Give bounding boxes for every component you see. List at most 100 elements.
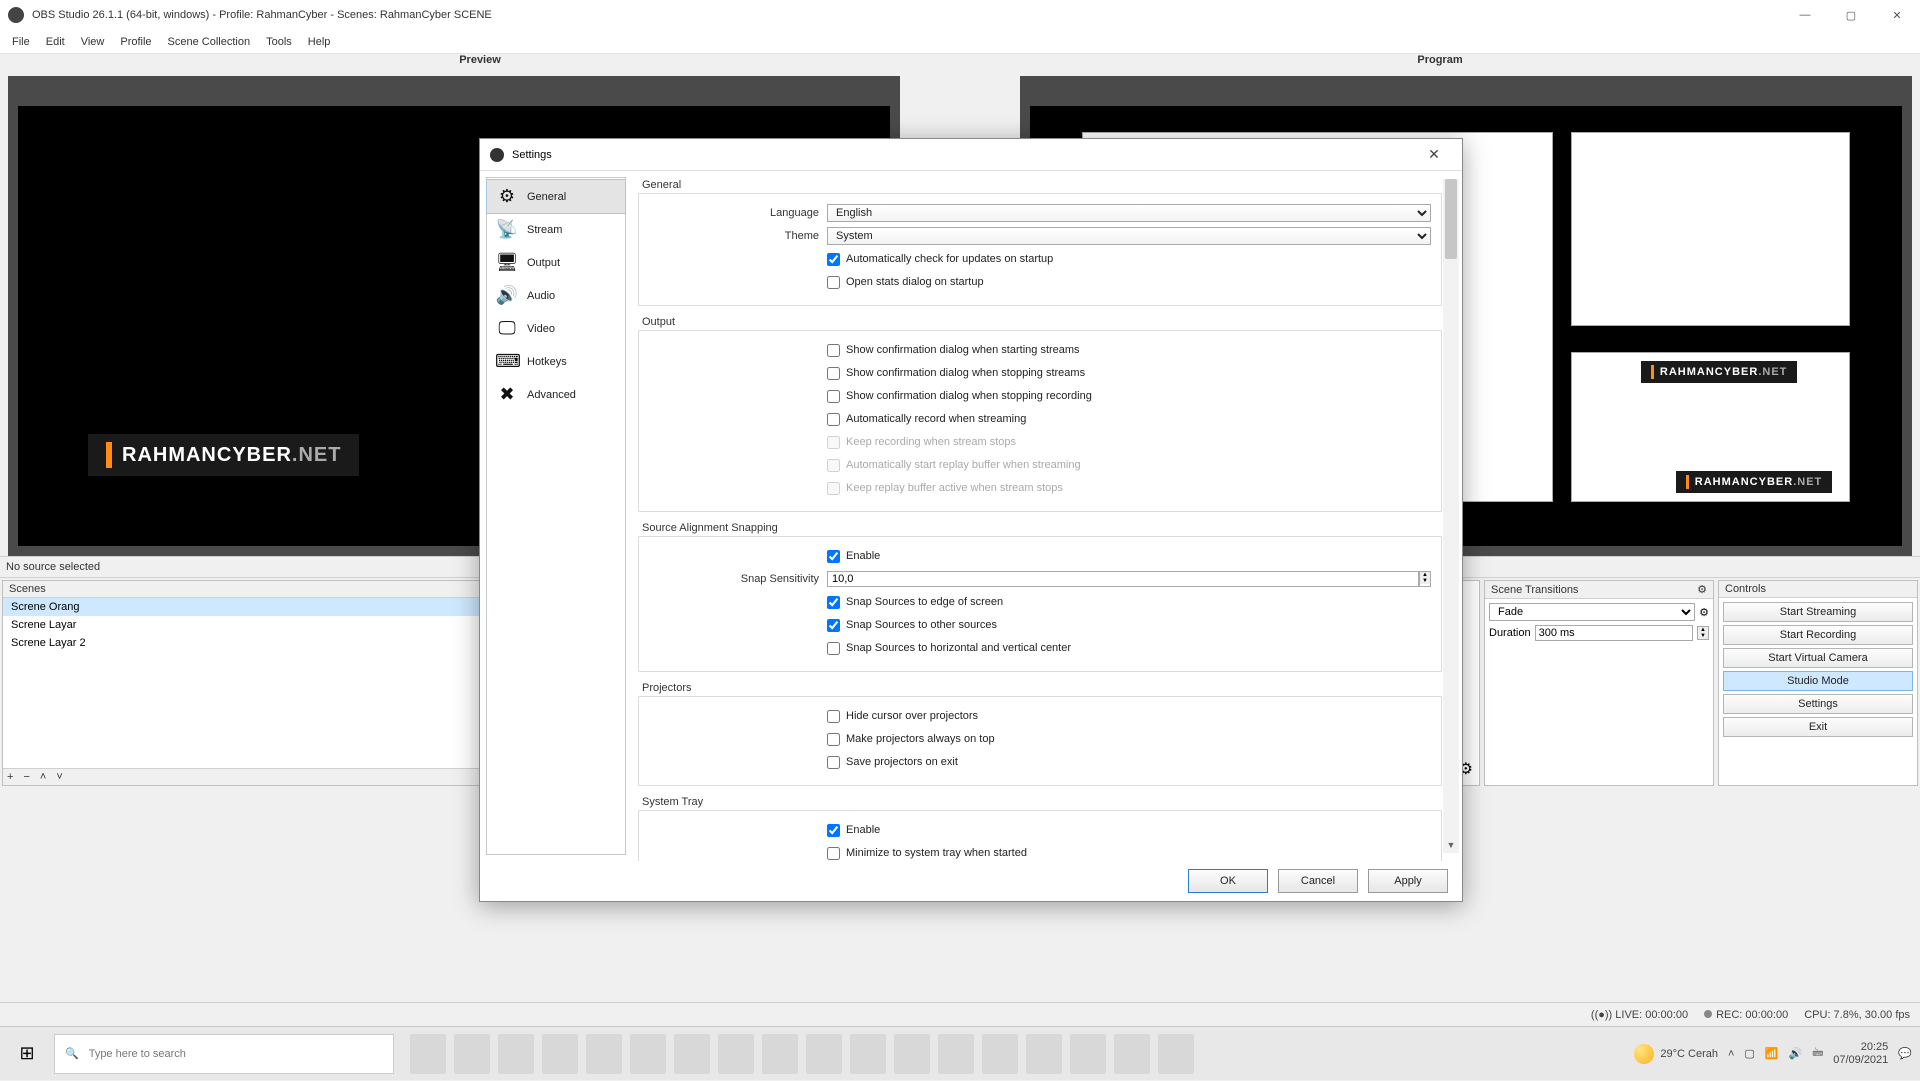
settings-content: ▲ ▼ General Language English Theme Syste… bbox=[632, 171, 1462, 861]
sidebar-item-stream[interactable]: 📡Stream bbox=[487, 213, 625, 246]
scene-item[interactable]: Screne Orang bbox=[3, 598, 491, 616]
menu-scene-collection[interactable]: Scene Collection bbox=[160, 36, 259, 48]
open-stats-checkbox[interactable]: Open stats dialog on startup bbox=[827, 276, 984, 289]
sidebar-item-video[interactable]: 🖵Video bbox=[487, 312, 625, 345]
scene-item[interactable]: Screne Layar bbox=[3, 616, 491, 634]
keep-recording-checkbox: Keep recording when stream stops bbox=[827, 436, 1016, 449]
scroll-thumb[interactable] bbox=[1445, 179, 1457, 259]
taskbar-app[interactable] bbox=[806, 1034, 842, 1074]
close-button[interactable]: ✕ bbox=[1874, 0, 1920, 30]
taskbar-app[interactable] bbox=[586, 1034, 622, 1074]
minimize-button[interactable]: — bbox=[1782, 0, 1828, 30]
taskbar-app[interactable] bbox=[410, 1034, 446, 1074]
taskbar-clock[interactable]: 20:2507/09/2021 bbox=[1833, 1041, 1888, 1067]
menu-help[interactable]: Help bbox=[300, 36, 339, 48]
sidebar-item-audio[interactable]: 🔊Audio bbox=[487, 279, 625, 312]
antenna-icon: 📡 bbox=[495, 219, 519, 240]
snap-other-checkbox[interactable]: Snap Sources to other sources bbox=[827, 619, 997, 632]
projectors-top-checkbox[interactable]: Make projectors always on top bbox=[827, 733, 995, 746]
settings-dialog-title: Settings bbox=[512, 149, 552, 161]
app-icon bbox=[8, 7, 24, 23]
studio-mode-button[interactable]: Studio Mode bbox=[1723, 671, 1913, 691]
sidebar-item-general[interactable]: ⚙General bbox=[486, 179, 626, 214]
taskbar-app[interactable] bbox=[542, 1034, 578, 1074]
start-button[interactable]: ⊞ bbox=[0, 1027, 54, 1081]
exit-button[interactable]: Exit bbox=[1723, 717, 1913, 737]
settings-button[interactable]: Settings bbox=[1723, 694, 1913, 714]
sens-down[interactable]: ▼ bbox=[1420, 578, 1430, 584]
sidebar-item-output[interactable]: 🖥Output bbox=[487, 246, 625, 279]
auto-update-checkbox[interactable]: Automatically check for updates on start… bbox=[827, 253, 1053, 266]
taskbar-app[interactable] bbox=[1158, 1034, 1194, 1074]
tray-wifi-icon[interactable]: 📶 bbox=[1765, 1047, 1779, 1060]
confirm-stop-streams-checkbox[interactable]: Show confirmation dialog when stopping s… bbox=[827, 367, 1085, 380]
apply-button[interactable]: Apply bbox=[1368, 869, 1448, 893]
menu-view[interactable]: View bbox=[73, 36, 113, 48]
taskbar-app[interactable] bbox=[718, 1034, 754, 1074]
taskbar-app[interactable] bbox=[454, 1034, 490, 1074]
weather-widget[interactable]: 29°C Cerah bbox=[1634, 1044, 1718, 1064]
tray-chevron-icon[interactable]: ˄ bbox=[1728, 1048, 1734, 1060]
menu-profile[interactable]: Profile bbox=[112, 36, 159, 48]
sidebar-item-advanced[interactable]: ✖Advanced bbox=[487, 378, 625, 411]
cancel-button[interactable]: Cancel bbox=[1278, 869, 1358, 893]
taskbar-app[interactable] bbox=[630, 1034, 666, 1074]
remove-scene-button[interactable]: − bbox=[23, 771, 29, 783]
taskbar-search[interactable]: 🔍 Type here to search bbox=[54, 1034, 394, 1074]
menu-file[interactable]: File bbox=[4, 36, 38, 48]
scene-down-button[interactable]: ˅ bbox=[56, 771, 62, 783]
monitor-icon: 🖥 bbox=[495, 252, 519, 273]
settings-scrollbar[interactable]: ▲ ▼ bbox=[1443, 179, 1459, 853]
taskbar-app[interactable] bbox=[1070, 1034, 1106, 1074]
add-scene-button[interactable]: + bbox=[7, 771, 13, 783]
tray-lang-icon[interactable]: 🖮 bbox=[1812, 1044, 1823, 1063]
controls-panel: Controls Start Streaming Start Recording… bbox=[1718, 580, 1918, 786]
keep-replay-checkbox: Keep replay buffer active when stream st… bbox=[827, 482, 1063, 495]
taskbar-app[interactable] bbox=[894, 1034, 930, 1074]
snap-sensitivity-input[interactable] bbox=[827, 571, 1419, 587]
taskbar-app[interactable] bbox=[938, 1034, 974, 1074]
snap-edge-checkbox[interactable]: Snap Sources to edge of screen bbox=[827, 596, 1003, 609]
save-projectors-checkbox[interactable]: Save projectors on exit bbox=[827, 756, 958, 769]
taskbar-app[interactable] bbox=[1026, 1034, 1062, 1074]
language-select[interactable]: English bbox=[827, 204, 1431, 222]
menu-tools[interactable]: Tools bbox=[258, 36, 300, 48]
taskbar-apps bbox=[410, 1034, 1194, 1074]
hide-cursor-checkbox[interactable]: Hide cursor over projectors bbox=[827, 710, 978, 723]
start-recording-button[interactable]: Start Recording bbox=[1723, 625, 1913, 645]
taskbar-app[interactable] bbox=[1114, 1034, 1150, 1074]
taskbar-app[interactable] bbox=[850, 1034, 886, 1074]
theme-select[interactable]: System bbox=[827, 227, 1431, 245]
confirm-stop-recording-checkbox[interactable]: Show confirmation dialog when stopping r… bbox=[827, 390, 1092, 403]
ok-button[interactable]: OK bbox=[1188, 869, 1268, 893]
taskbar-app[interactable] bbox=[674, 1034, 710, 1074]
settings-close-button[interactable]: ✕ bbox=[1416, 141, 1452, 169]
controls-title: Controls bbox=[1719, 581, 1917, 598]
taskbar-app[interactable] bbox=[762, 1034, 798, 1074]
menu-edit[interactable]: Edit bbox=[38, 36, 73, 48]
scene-up-button[interactable]: ˄ bbox=[40, 771, 46, 783]
start-virtual-camera-button[interactable]: Start Virtual Camera bbox=[1723, 648, 1913, 668]
taskbar-app[interactable] bbox=[982, 1034, 1018, 1074]
scene-item[interactable]: Screne Layar 2 bbox=[3, 634, 491, 652]
auto-record-checkbox[interactable]: Automatically record when streaming bbox=[827, 413, 1026, 426]
confirm-start-streams-checkbox[interactable]: Show confirmation dialog when starting s… bbox=[827, 344, 1080, 357]
tools-icon: ✖ bbox=[495, 384, 519, 405]
snapping-enable-checkbox[interactable]: Enable bbox=[827, 550, 880, 563]
systray-enable-checkbox[interactable]: Enable bbox=[827, 824, 880, 837]
sidebar-item-hotkeys[interactable]: ⌨Hotkeys bbox=[487, 345, 625, 378]
notifications-icon[interactable]: 💬 bbox=[1898, 1047, 1912, 1060]
transition-settings-icon[interactable]: ⚙ bbox=[1699, 606, 1709, 619]
taskbar-app[interactable] bbox=[498, 1034, 534, 1074]
start-streaming-button[interactable]: Start Streaming bbox=[1723, 602, 1913, 622]
duration-down[interactable]: ▼ bbox=[1698, 633, 1708, 639]
tray-volume-icon[interactable]: 🔊 bbox=[1789, 1047, 1803, 1060]
snap-center-checkbox[interactable]: Snap Sources to horizontal and vertical … bbox=[827, 642, 1071, 655]
transitions-gear-icon[interactable]: ⚙ bbox=[1697, 583, 1707, 596]
minimize-start-checkbox[interactable]: Minimize to system tray when started bbox=[827, 847, 1027, 860]
duration-input[interactable] bbox=[1535, 625, 1693, 641]
tray-battery-icon[interactable]: ▢ bbox=[1744, 1047, 1754, 1060]
maximize-button[interactable]: ▢ bbox=[1828, 0, 1874, 30]
transition-select[interactable]: Fade bbox=[1489, 603, 1695, 621]
scroll-down-icon[interactable]: ▼ bbox=[1443, 837, 1459, 853]
